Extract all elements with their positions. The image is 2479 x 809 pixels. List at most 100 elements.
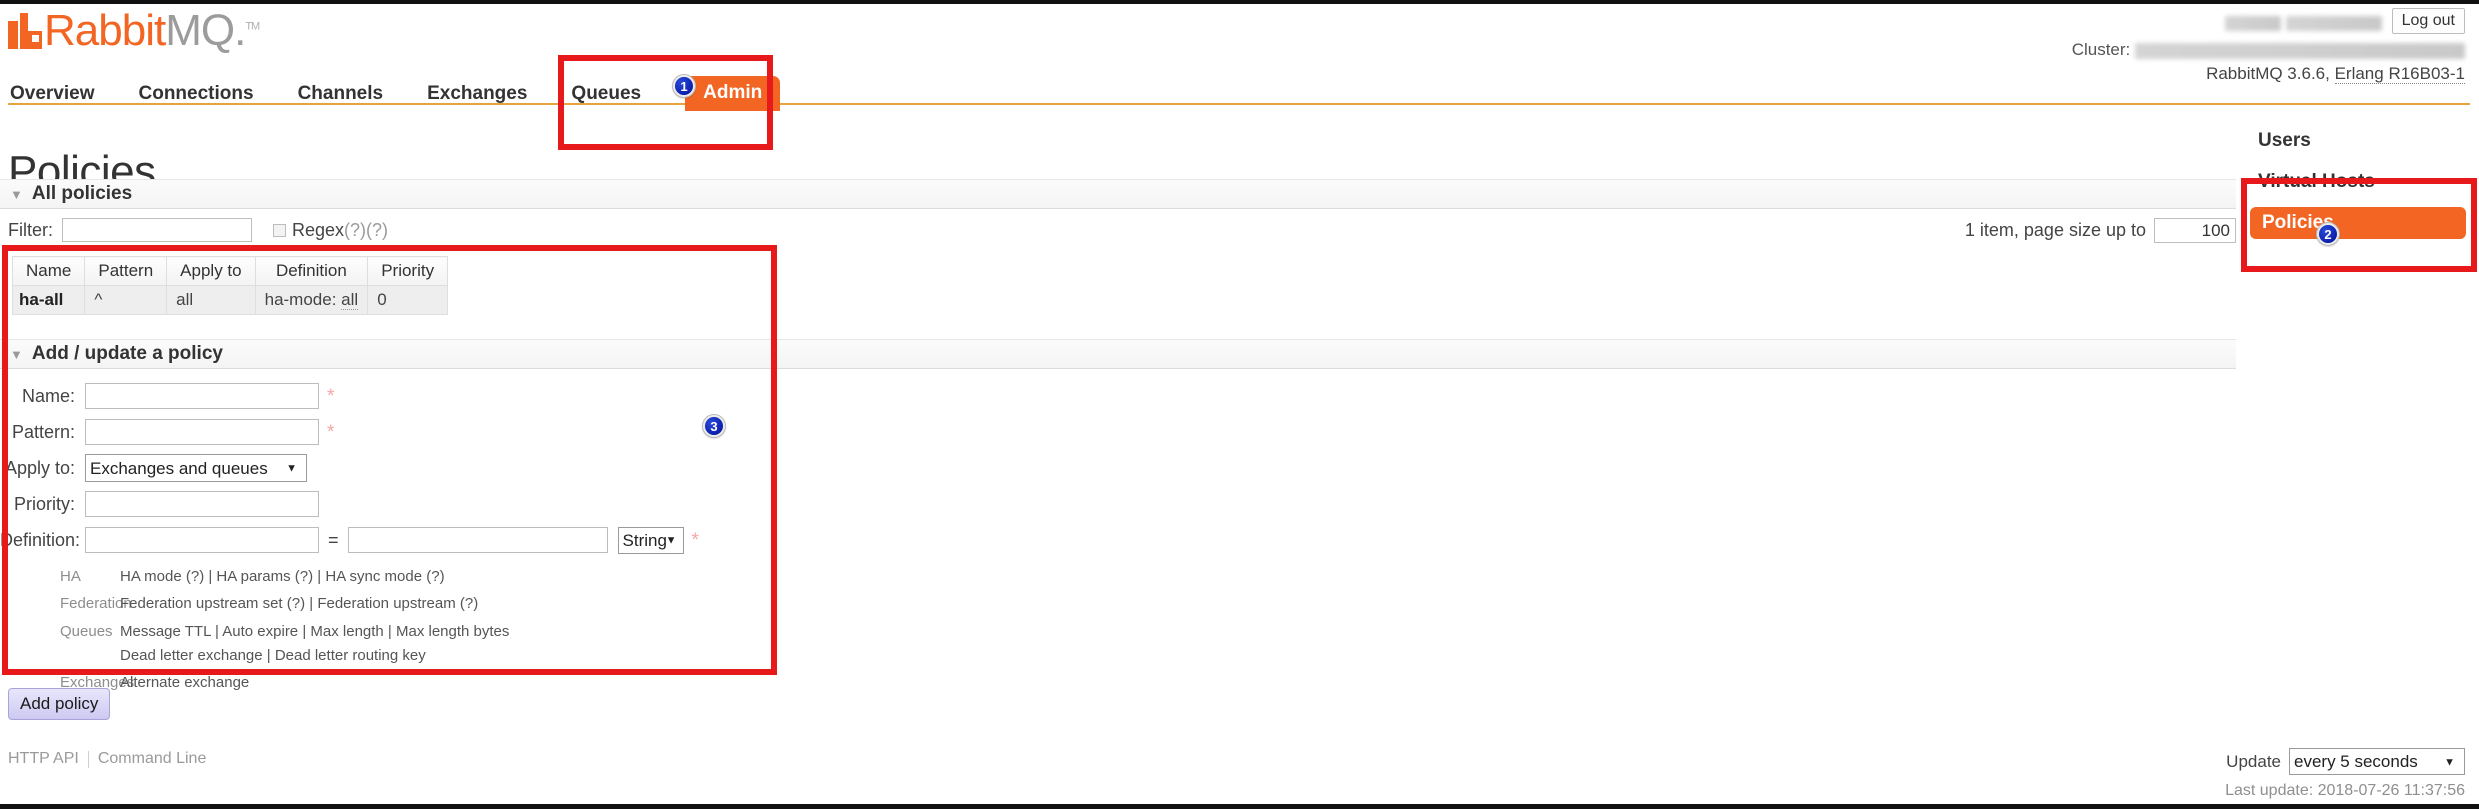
nav-item-channels[interactable]: Channels (298, 79, 406, 111)
rabbitmq-version: RabbitMQ 3.6.6, (2206, 64, 2330, 84)
label-definition: Definition: (0, 529, 81, 550)
logo-wordmark-orange: Rabbit (44, 6, 166, 55)
section-header-add-policy[interactable]: ▼ Add / update a policy (0, 339, 2236, 369)
label-pattern: Pattern: (11, 421, 75, 442)
update-label: Update (2226, 751, 2281, 771)
update-interval-select[interactable]: every 5 seconds (2289, 748, 2465, 775)
apply-to-select[interactable]: Exchanges and queues (85, 454, 307, 482)
column-header-priority[interactable]: Priority (367, 256, 449, 286)
main-navigation: Overview Connections Channels Exchanges … (10, 76, 781, 111)
pattern-input[interactable] (85, 419, 319, 445)
definition-equals-sign: = (328, 529, 339, 550)
section-title-add-policy: Add / update a policy (31, 343, 223, 364)
help-row-queues: Queues Message TTL | Auto expire | Max l… (60, 620, 509, 669)
nav-item-queues[interactable]: Queues (571, 79, 663, 111)
definition-help-table: HA HA mode (?) | HA params (?) | HA sync… (60, 565, 509, 698)
required-marker-pattern: * (327, 421, 335, 443)
form-row-pattern: Pattern: * (0, 414, 699, 450)
admin-sidebar: Users Virtual Hosts Policies (2250, 125, 2472, 248)
column-header-pattern[interactable]: Pattern (84, 256, 168, 286)
top-edge-strip (0, 0, 2479, 4)
label-priority: Priority: (13, 493, 75, 514)
policies-table: Name Pattern Apply to Definition Priorit… (11, 256, 449, 315)
user-identity-redacted (2224, 8, 2382, 33)
header-right-info: Log out Cluster: RabbitMQ 3.6.6, Erlang … (2071, 8, 2465, 85)
form-row-name: Name: * (0, 378, 699, 414)
footer-links: HTTP API Command Line (8, 750, 206, 768)
help-links-ha[interactable]: HA mode (?) | HA params (?) | HA sync mo… (120, 565, 445, 589)
add-policy-button[interactable]: Add policy (8, 688, 111, 720)
command-line-link[interactable]: Command Line (98, 750, 207, 768)
form-row-priority: Priority: (0, 486, 699, 522)
cell-policy-definition: ha-mode: all (254, 285, 369, 315)
definition-type-select[interactable]: String (617, 526, 684, 554)
definition-type-select-wrap: String ▼ (617, 526, 684, 554)
version-info: RabbitMQ 3.6.6, Erlang R16B03-1 (2072, 64, 2465, 85)
collapse-caret-icon: ▼ (10, 346, 23, 362)
regex-toggle[interactable]: Regex (?) (?) (273, 220, 388, 241)
erlang-version-link[interactable]: Erlang R16B03-1 (2334, 64, 2465, 85)
logout-button[interactable]: Log out (2391, 8, 2465, 35)
definition-value-input[interactable] (347, 527, 608, 553)
page-size-input[interactable] (2154, 218, 2236, 243)
nav-item-overview[interactable]: Overview (10, 79, 117, 111)
help-links-queues[interactable]: Message TTL | Auto expire | Max length |… (120, 620, 509, 669)
column-header-definition[interactable]: Definition (254, 256, 369, 286)
column-header-apply-to[interactable]: Apply to (166, 256, 256, 286)
table-row[interactable]: ha-all ^ all ha-mode: all 0 (11, 285, 449, 315)
nav-item-exchanges[interactable]: Exchanges (427, 79, 549, 111)
last-update-timestamp: Last update: 2018-07-26 11:37:56 (2225, 782, 2465, 799)
help-category-queues: Queues (60, 622, 113, 640)
form-row-apply-to: Apply to: Exchanges and queues ▼ (0, 450, 699, 486)
help-links-queues-line2[interactable]: Dead letter exchange | Dead letter routi… (120, 644, 509, 668)
sidebar-item-policies[interactable]: Policies (2250, 207, 2466, 239)
logo-wordmark: RabbitMQ.TM (44, 6, 260, 55)
cell-policy-pattern: ^ (84, 285, 168, 315)
regex-help-icon-2[interactable]: (?) (366, 220, 388, 241)
label-name: Name: (21, 385, 75, 406)
logo-trademark: TM (245, 20, 260, 33)
cell-policy-name[interactable]: ha-all (11, 285, 86, 315)
add-policy-form: Name: * Pattern: * Apply to: Exchanges a… (0, 378, 699, 558)
name-input[interactable] (85, 383, 319, 409)
help-links-federation[interactable]: Federation upstream set (?) | Federation… (120, 592, 478, 616)
label-apply-to: Apply to: (4, 457, 75, 478)
nav-item-admin[interactable]: Admin (685, 76, 781, 111)
sidebar-item-users[interactable]: Users (2250, 125, 2472, 157)
nav-item-connections[interactable]: Connections (139, 79, 276, 111)
column-header-name[interactable]: Name (11, 256, 86, 286)
filter-label: Filter: (8, 219, 53, 240)
definition-value[interactable]: all (341, 290, 359, 310)
definition-key: ha-mode: (264, 290, 337, 309)
help-row-exchanges: Exchanges Alternate exchange (60, 671, 509, 695)
cell-policy-apply-to: all (166, 285, 256, 315)
help-links-queues-line1[interactable]: Message TTL | Auto expire | Max length |… (120, 620, 509, 644)
annotation-badge-3: 3 (703, 415, 725, 437)
table-header-row: Name Pattern Apply to Definition Priorit… (11, 256, 449, 286)
section-title-all-policies: All policies (31, 183, 133, 204)
definition-key-input[interactable] (85, 527, 319, 553)
annotation-badge-2: 2 (2317, 223, 2339, 245)
update-interval-control: Update every 5 seconds ▼ (2226, 748, 2465, 775)
footer-divider (87, 750, 89, 768)
priority-input[interactable] (85, 491, 319, 517)
help-links-exchanges[interactable]: Alternate exchange (120, 671, 249, 695)
rabbitmq-logo[interactable]: RabbitMQ.TM (8, 6, 260, 55)
required-marker-definition: * (691, 529, 699, 551)
page-size-control: 1 item, page size up to (1965, 218, 2236, 243)
help-row-federation: Federation Federation upstream set (?) |… (60, 592, 509, 616)
http-api-link[interactable]: HTTP API (8, 750, 79, 768)
help-row-ha: HA HA mode (?) | HA params (?) | HA sync… (60, 565, 509, 589)
regex-label: Regex (292, 219, 345, 240)
page-info-text: 1 item, page size up to (1964, 220, 2146, 240)
cluster-label: Cluster: (2071, 40, 2131, 60)
regex-checkbox[interactable] (273, 223, 286, 237)
filter-row: Filter: Regex (?) (?) (8, 218, 388, 242)
cell-policy-priority: 0 (367, 285, 449, 315)
filter-input[interactable] (62, 218, 252, 242)
help-category-ha: HA (60, 568, 81, 585)
section-header-all-policies[interactable]: ▼ All policies (0, 179, 2236, 209)
sidebar-item-virtual-hosts[interactable]: Virtual Hosts (2250, 166, 2472, 198)
apply-to-select-wrap: Exchanges and queues ▼ (85, 454, 307, 482)
regex-help-icon-1[interactable]: (?) (344, 220, 366, 241)
